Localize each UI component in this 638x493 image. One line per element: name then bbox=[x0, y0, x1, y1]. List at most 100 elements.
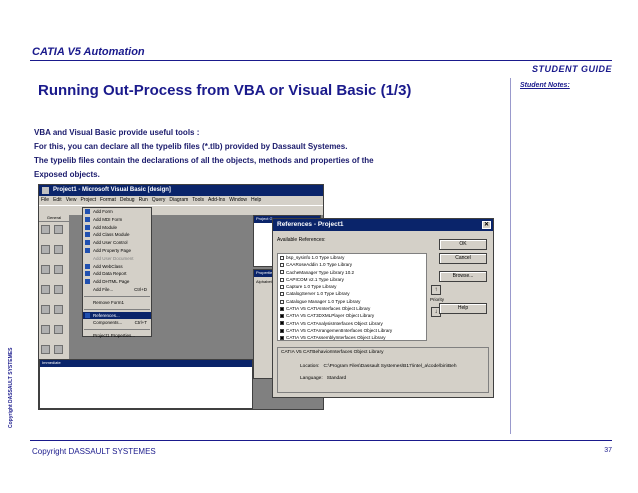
menu-debug[interactable]: Debug bbox=[120, 197, 135, 203]
vb-title-bar: Project1 - Microsoft Visual Basic [desig… bbox=[39, 185, 323, 196]
reference-item[interactable]: CATIA V5 CAT3DXMLPlayer Object Library bbox=[278, 312, 426, 319]
reference-checkbox[interactable] bbox=[280, 255, 284, 260]
menu-item-label: Add User Document bbox=[93, 255, 134, 261]
reference-checkbox[interactable] bbox=[280, 270, 284, 275]
class-module-icon bbox=[85, 232, 90, 238]
priority-up-icon[interactable]: ↑ bbox=[431, 285, 441, 295]
picturebox-icon[interactable] bbox=[54, 225, 63, 234]
menu-item-add-dhtml-page[interactable]: Add DHTML Page bbox=[83, 278, 151, 286]
menu-format[interactable]: Format bbox=[100, 197, 116, 203]
reference-item[interactable]: CATIA V5 CATAssemblyInterfaces Object Li… bbox=[278, 334, 426, 340]
reference-info: CATIA V5 CATBehaviorInterfaces Object Li… bbox=[277, 347, 489, 393]
close-icon[interactable]: ✕ bbox=[482, 221, 491, 229]
reference-item[interactable]: bsp_sysinfo 1.0 Type Library bbox=[278, 254, 426, 261]
menu-view[interactable]: View bbox=[66, 197, 77, 203]
hscroll-icon[interactable] bbox=[41, 325, 50, 334]
reference-checkbox[interactable] bbox=[280, 321, 284, 326]
reference-item[interactable]: CatalogServer 1.0 Type Library bbox=[278, 290, 426, 297]
menu-item-add-mdi-form[interactable]: Add MDI Form bbox=[83, 216, 151, 224]
vscroll-icon[interactable] bbox=[54, 325, 63, 334]
checkbox-icon[interactable] bbox=[41, 285, 50, 294]
menu-help[interactable]: Help bbox=[251, 197, 261, 203]
body-line: For this, you can declare all the typeli… bbox=[34, 142, 348, 151]
reference-item[interactable]: Capture 1.0 Type Library bbox=[278, 283, 426, 290]
menu-item-label: Add Form bbox=[93, 209, 113, 214]
frame-icon[interactable] bbox=[41, 265, 50, 274]
drivelist-icon[interactable] bbox=[54, 345, 63, 354]
vertical-copyright: Copyright DASSAULT SYSTEMES bbox=[8, 347, 14, 428]
menu-item-add-property-page[interactable]: Add Property Page bbox=[83, 247, 151, 255]
menu-item-add-webclass[interactable]: Add WebClass bbox=[83, 263, 151, 271]
help-button[interactable]: Help bbox=[439, 303, 487, 314]
reference-item[interactable]: CATIA V5 CATIAInterfaces Object Library bbox=[278, 305, 426, 312]
menu-item-label: Add User Control bbox=[93, 240, 128, 246]
menu-project[interactable]: Project bbox=[80, 197, 96, 203]
menu-item-add-class-module[interactable]: Add Class Module bbox=[83, 231, 151, 239]
textbox-icon[interactable] bbox=[54, 245, 63, 254]
menu-item-add-module[interactable]: Add Module bbox=[83, 224, 151, 232]
reference-checkbox[interactable] bbox=[280, 292, 284, 297]
dhtml-page-icon bbox=[85, 279, 90, 285]
menu-run[interactable]: Run bbox=[139, 197, 148, 203]
reference-label: CATIA V5 CATIAInterfaces Object Library bbox=[286, 306, 371, 312]
combobox-icon[interactable] bbox=[41, 305, 50, 314]
commandbutton-icon[interactable] bbox=[54, 265, 63, 274]
pointer-icon[interactable] bbox=[41, 225, 50, 234]
menu-item-remove-form1[interactable]: Remove Form1 bbox=[83, 299, 151, 307]
menu-addins[interactable]: Add-Ins bbox=[208, 197, 225, 203]
page-number: 37 bbox=[604, 447, 612, 454]
references-dialog: References - Project1 ✕ Available Refere… bbox=[272, 218, 494, 398]
menu-item-components[interactable]: Components... Ctrl+T bbox=[83, 319, 151, 327]
module-icon bbox=[85, 224, 90, 230]
menu-diagram[interactable]: Diagram bbox=[169, 197, 188, 203]
reference-checkbox[interactable] bbox=[280, 277, 284, 282]
toolbox-header: General bbox=[39, 215, 69, 222]
location-label: Location: bbox=[300, 364, 320, 369]
reference-item[interactable]: CATIA V5 CATArrangementInterfaces Object… bbox=[278, 327, 426, 334]
menu-item-references[interactable]: References... bbox=[83, 311, 151, 320]
references-list[interactable]: bsp_sysinfo 1.0 Type Library CAARoseAddin… bbox=[277, 253, 427, 341]
reference-checkbox[interactable] bbox=[280, 306, 284, 311]
reference-label: CacheManager Type Library 10.2 bbox=[286, 269, 355, 275]
reference-checkbox[interactable] bbox=[280, 336, 284, 340]
webclass-icon bbox=[85, 263, 90, 269]
menu-item-add-form[interactable]: Add Form bbox=[83, 208, 151, 216]
reference-checkbox[interactable] bbox=[280, 299, 284, 304]
reference-item[interactable]: CATIA V5 CATAnalysisInterfaces Object Li… bbox=[278, 320, 426, 327]
menu-file[interactable]: File bbox=[41, 197, 49, 203]
reference-checkbox[interactable] bbox=[280, 328, 284, 333]
reference-checkbox[interactable] bbox=[280, 263, 284, 268]
reference-label: CATIA V5 CATAnalysisInterfaces Object Li… bbox=[286, 320, 383, 326]
timer-icon[interactable] bbox=[41, 345, 50, 354]
menu-window[interactable]: Window bbox=[229, 197, 247, 203]
available-references-label: Available References: bbox=[277, 237, 326, 243]
optionbutton-icon[interactable] bbox=[54, 285, 63, 294]
cancel-button[interactable]: Cancel bbox=[439, 253, 487, 264]
reference-checkbox[interactable] bbox=[280, 314, 284, 319]
reference-item[interactable]: Catalogue Manager 1.0 Type Library bbox=[278, 298, 426, 305]
menu-item-shortcut: Ctrl+D bbox=[134, 286, 147, 292]
menu-item-add-data-report[interactable]: Add Data Report bbox=[83, 270, 151, 278]
menu-item-project-properties[interactable]: Project1 Properties... bbox=[83, 332, 151, 340]
menu-tools[interactable]: Tools bbox=[192, 197, 204, 203]
mdi-form-icon bbox=[85, 216, 90, 222]
menu-item-add-user-control[interactable]: Add User Control bbox=[83, 239, 151, 247]
reference-item[interactable]: CAARoseAddin 1.0 Type Library bbox=[278, 261, 426, 268]
reference-item[interactable]: CacheManager Type Library 10.2 bbox=[278, 269, 426, 276]
project-menu: Add Form Add MDI Form Add Module Add Cla… bbox=[82, 207, 152, 340]
language-row: Language: Standard bbox=[300, 376, 346, 381]
ok-button[interactable]: OK bbox=[439, 239, 487, 250]
menu-item-add-file[interactable]: Add File... Ctrl+D bbox=[83, 286, 151, 294]
browse-button[interactable]: Browse... bbox=[439, 271, 487, 282]
notes-divider bbox=[510, 78, 511, 434]
menu-item-label: Add Module bbox=[93, 224, 118, 230]
menu-query[interactable]: Query bbox=[152, 197, 166, 203]
reference-label: CATIA V5 CATArrangementInterfaces Object… bbox=[286, 327, 393, 333]
menu-edit[interactable]: Edit bbox=[53, 197, 62, 203]
reference-checkbox[interactable] bbox=[280, 284, 284, 289]
reference-item[interactable]: CAPICOM v2.1 Type Library bbox=[278, 276, 426, 283]
label-icon[interactable] bbox=[41, 245, 50, 254]
listbox-icon[interactable] bbox=[54, 305, 63, 314]
immediate-window: Immediate bbox=[39, 359, 253, 409]
menu-item-label: Add File... bbox=[93, 286, 114, 292]
